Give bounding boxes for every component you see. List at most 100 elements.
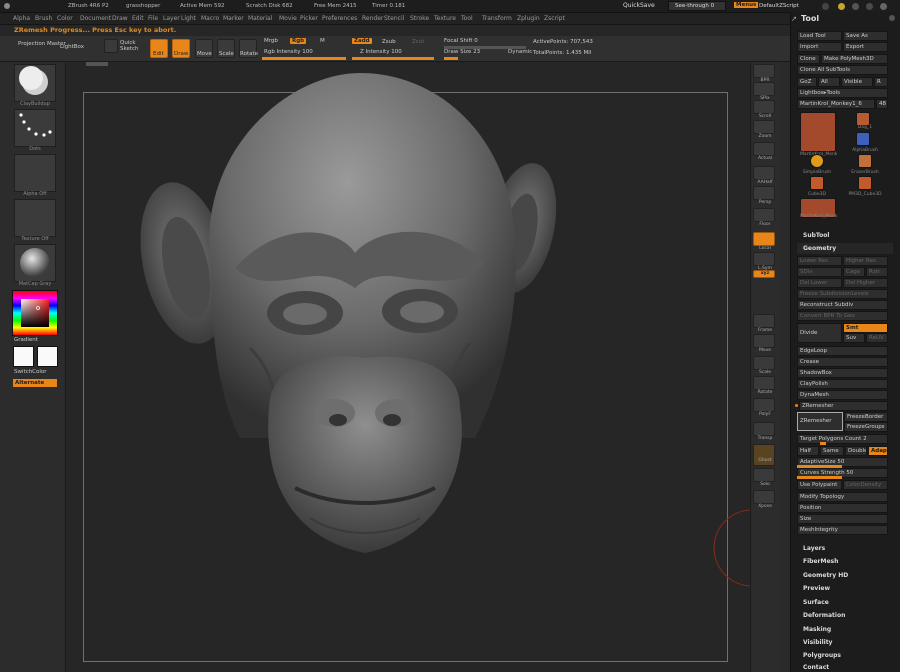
menus-toggle[interactable]: Menus bbox=[734, 2, 759, 8]
z-intensity-slider[interactable]: Z Intensity 100 bbox=[360, 49, 402, 55]
see-through-slider[interactable]: See-through 0 bbox=[668, 1, 726, 11]
dynamesh-section[interactable]: DynaMesh bbox=[797, 390, 888, 400]
mrgb-button[interactable]: Mrgb bbox=[264, 38, 278, 44]
menu-item[interactable]: Macro bbox=[201, 15, 219, 22]
subtool-section[interactable]: SubTool bbox=[797, 230, 893, 241]
dynamic-button[interactable]: Dynamic bbox=[508, 49, 532, 55]
adapt-toggle[interactable]: Adapt bbox=[868, 446, 888, 456]
current-tool-slider[interactable]: MartinKrol_Monkey1_6 bbox=[797, 99, 875, 109]
right-shelf-button[interactable] bbox=[753, 398, 775, 412]
menu-item[interactable]: Texture bbox=[434, 15, 456, 22]
masking-section[interactable]: Masking bbox=[797, 624, 893, 635]
reuv-button[interactable]: ReUV bbox=[866, 333, 888, 343]
del-higher-button[interactable]: Del Higher bbox=[843, 278, 888, 288]
chimp-head-sculpt[interactable] bbox=[140, 68, 560, 598]
rgb-intensity-slider[interactable]: Rgb Intensity 100 bbox=[264, 49, 313, 55]
projection-master-button[interactable]: Projection Master bbox=[18, 41, 66, 47]
help-icon[interactable] bbox=[822, 3, 829, 10]
quicksave-button[interactable]: QuickSave bbox=[623, 2, 655, 9]
menu-item[interactable]: Zplugin bbox=[517, 15, 540, 22]
lightbox-button[interactable]: LightBox bbox=[60, 44, 84, 50]
suv-toggle[interactable]: Suv bbox=[843, 333, 865, 343]
right-shelf-button[interactable] bbox=[753, 120, 775, 134]
tool-thumbnail[interactable] bbox=[858, 176, 872, 190]
right-shelf-button[interactable] bbox=[753, 334, 775, 348]
right-shelf-button[interactable] bbox=[753, 100, 775, 114]
export-button[interactable]: Export bbox=[843, 42, 888, 52]
menu-item[interactable]: Tool bbox=[461, 15, 473, 22]
menu-item[interactable]: Stroke bbox=[410, 15, 429, 22]
palette-close-icon[interactable] bbox=[889, 15, 895, 21]
use-polypaint-button[interactable]: Use Polypaint bbox=[797, 480, 842, 490]
stroke-selector[interactable] bbox=[14, 109, 56, 147]
geometry-hd-section[interactable]: Geometry HD bbox=[797, 570, 893, 581]
menu-item[interactable]: Document bbox=[80, 15, 111, 22]
right-shelf-button[interactable] bbox=[753, 314, 775, 328]
tool-thumbnail[interactable] bbox=[858, 154, 872, 168]
preview-section[interactable]: Preview bbox=[797, 583, 893, 594]
right-shelf-button[interactable] bbox=[753, 82, 775, 96]
surface-section[interactable]: Surface bbox=[797, 597, 893, 608]
right-shelf-button[interactable] bbox=[753, 208, 775, 222]
zcut-button[interactable]: Zcut bbox=[412, 39, 424, 45]
freeze-subdiv-button[interactable]: Freeze SubdivisionLevels bbox=[797, 289, 888, 299]
target-polygons-slider[interactable]: Target Polygons Count 2 bbox=[797, 434, 888, 444]
texture-selector[interactable] bbox=[14, 199, 56, 237]
r-button[interactable]: R bbox=[874, 77, 888, 87]
material-selector[interactable] bbox=[14, 244, 56, 282]
right-shelf-button[interactable] bbox=[753, 186, 775, 200]
scale-mode-button[interactable]: Scale bbox=[217, 39, 235, 58]
switch-color-button[interactable]: SwitchColor bbox=[14, 369, 47, 375]
lower-res-button[interactable]: Lower Res bbox=[797, 256, 842, 266]
freeze-border-button[interactable]: FreezeBorder bbox=[844, 412, 888, 422]
zadd-button[interactable]: Zadd bbox=[352, 38, 372, 44]
deformation-section[interactable]: Deformation bbox=[797, 610, 893, 621]
mesh-integrity-section[interactable]: MeshIntegrity bbox=[797, 525, 888, 535]
menu-item[interactable]: Color bbox=[57, 15, 73, 22]
smt-toggle[interactable]: Smt bbox=[843, 323, 888, 333]
right-shelf-button[interactable] bbox=[753, 232, 775, 246]
clone-all-subtools-button[interactable]: Clone All SubTools bbox=[797, 65, 888, 75]
right-shelf-button[interactable] bbox=[753, 422, 775, 436]
goz-button[interactable]: GoZ bbox=[797, 77, 817, 87]
edit-mode-button[interactable]: Edit bbox=[150, 39, 168, 58]
m-button[interactable]: M bbox=[320, 38, 325, 44]
convert-bpr-button[interactable]: Convert BPR To Geo bbox=[797, 311, 888, 321]
menu-item[interactable]: Movie bbox=[279, 15, 297, 22]
fibermesh-section[interactable]: FiberMesh bbox=[797, 556, 893, 567]
geometry-section[interactable]: Geometry bbox=[797, 243, 893, 254]
menu-item[interactable]: Transform bbox=[482, 15, 512, 22]
alpha-selector[interactable] bbox=[14, 154, 56, 192]
menu-item[interactable]: Edit bbox=[132, 15, 144, 22]
menu-item[interactable]: Layer bbox=[163, 15, 180, 22]
cage-button[interactable]: Cage bbox=[843, 267, 865, 277]
right-shelf-button[interactable] bbox=[753, 490, 775, 504]
lightbox-tools-button[interactable]: Lightbox▸Tools bbox=[797, 88, 888, 98]
alternate-toggle[interactable]: Alternate bbox=[13, 379, 57, 387]
rotate-mode-button[interactable]: Rotate bbox=[239, 39, 258, 58]
del-lower-button[interactable]: Del Lower bbox=[797, 278, 842, 288]
close-icon[interactable] bbox=[880, 3, 887, 10]
modify-topology-section[interactable]: Modify Topology bbox=[797, 492, 888, 502]
menu-item[interactable]: Draw bbox=[112, 15, 128, 22]
divide-button[interactable]: Divide bbox=[797, 323, 842, 343]
menu-item[interactable]: Alpha bbox=[13, 15, 30, 22]
menu-item[interactable]: Render bbox=[362, 15, 383, 22]
menu-item[interactable]: Preferences bbox=[322, 15, 357, 22]
gradient-toggle[interactable]: Gradient bbox=[14, 337, 38, 343]
position-section[interactable]: Position bbox=[797, 503, 888, 513]
shadowbox-section[interactable]: ShadowBox bbox=[797, 368, 888, 378]
zremesher-button[interactable]: ZRemesher bbox=[797, 412, 843, 431]
import-button[interactable]: Import bbox=[797, 42, 842, 52]
right-shelf-button[interactable] bbox=[753, 252, 775, 266]
make-polymesh-button[interactable]: Make PolyMesh3D bbox=[821, 54, 888, 64]
rgb-button[interactable]: Rgb bbox=[290, 38, 307, 44]
sdiv-slider[interactable]: SDiv bbox=[797, 267, 842, 277]
secondary-color-swatch[interactable] bbox=[37, 346, 58, 367]
freeze-groups-button[interactable]: FreezeGroups bbox=[844, 422, 888, 432]
tool-thumbnail[interactable] bbox=[856, 132, 870, 146]
menu-item[interactable]: Brush bbox=[35, 15, 52, 22]
zremesher-section[interactable]: ZRemesher bbox=[799, 401, 888, 411]
palette-pin-icon[interactable]: ↗ bbox=[791, 15, 797, 23]
crease-section[interactable]: Crease bbox=[797, 357, 888, 367]
